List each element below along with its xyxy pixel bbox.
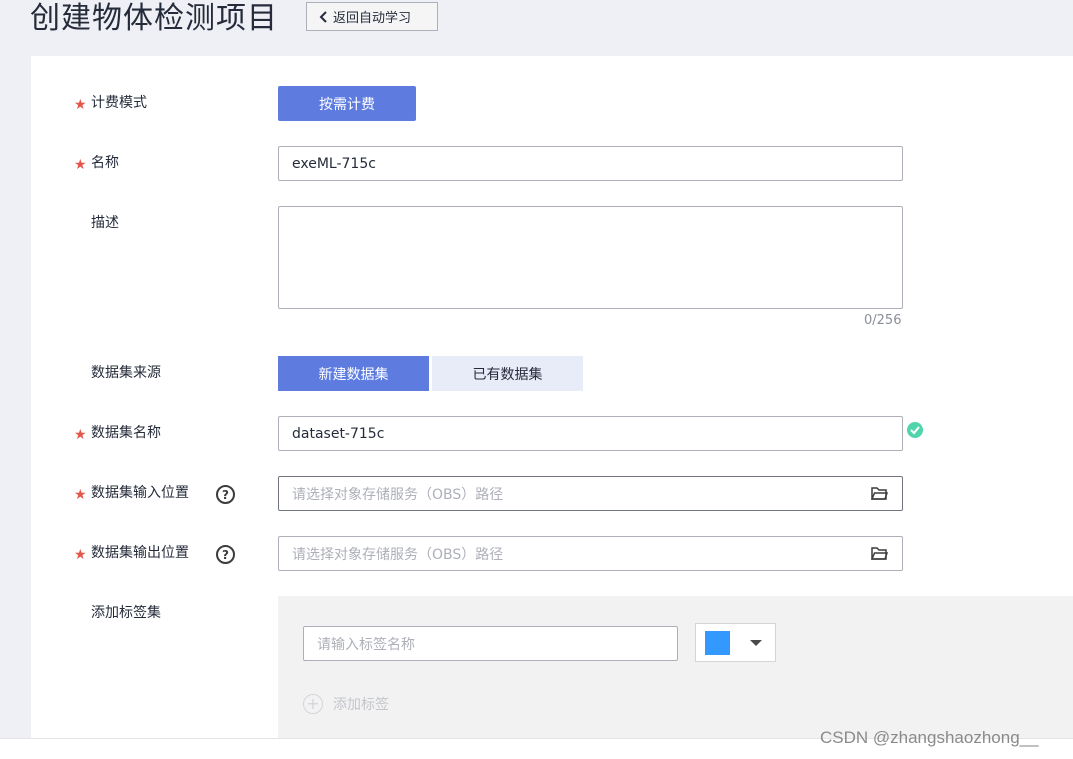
name-input-value: exeML-715c — [292, 155, 376, 172]
color-swatch — [705, 631, 730, 655]
tag-name-placeholder: 请输入标签名称 — [317, 636, 415, 653]
back-to-automl-button[interactable]: 返回自动学习 — [306, 2, 438, 31]
existing-dataset-tab[interactable]: 已有数据集 — [432, 356, 583, 391]
dataset-name-label: 数据集名称 — [91, 425, 161, 441]
required-mark: ★ — [74, 97, 87, 113]
help-icon[interactable]: ? — [216, 485, 235, 504]
description-char-counter: 0/256 — [864, 313, 902, 328]
dataset-input-path-field[interactable]: 请选择对象存储服务（OBS）路径 — [278, 476, 903, 511]
new-dataset-tab[interactable]: 新建数据集 — [278, 356, 429, 391]
watermark: CSDN @zhangshaozhong__ — [820, 728, 1039, 747]
dataset-name-value: dataset-715c — [292, 425, 385, 442]
dataset-output-placeholder: 请选择对象存储服务（OBS）路径 — [292, 546, 504, 563]
name-label: 名称 — [91, 155, 119, 171]
required-mark: ★ — [74, 487, 87, 503]
description-textarea[interactable] — [278, 206, 903, 309]
check-circle-icon — [907, 422, 923, 438]
dataset-output-location-label: 数据集输出位置 — [91, 545, 189, 561]
tag-color-picker[interactable] — [695, 623, 776, 662]
required-mark: ★ — [74, 427, 87, 443]
add-tag-button[interactable]: + 添加标签 — [303, 694, 389, 714]
dataset-name-input[interactable]: dataset-715c — [278, 416, 903, 451]
help-icon[interactable]: ? — [216, 545, 235, 564]
billing-on-demand-button[interactable]: 按需计费 — [278, 86, 416, 121]
back-button-label: 返回自动学习 — [333, 11, 412, 26]
chevron-left-icon — [319, 10, 327, 23]
description-label: 描述 — [91, 215, 119, 231]
plus-circle-icon: + — [303, 694, 323, 714]
add-tag-label: 添加标签 — [333, 697, 389, 713]
folder-icon[interactable] — [871, 546, 888, 561]
dataset-input-placeholder: 请选择对象存储服务（OBS）路径 — [292, 486, 504, 503]
caret-down-icon — [750, 640, 762, 646]
page-title: 创建物体检测项目 — [30, 1, 278, 36]
folder-icon[interactable] — [871, 486, 888, 501]
name-input[interactable]: exeML-715c — [278, 146, 903, 181]
tag-set-label: 添加标签集 — [91, 605, 161, 621]
required-mark: ★ — [74, 157, 87, 173]
dataset-output-path-field[interactable]: 请选择对象存储服务（OBS）路径 — [278, 536, 903, 571]
dataset-input-location-label: 数据集输入位置 — [91, 485, 189, 501]
required-mark: ★ — [74, 547, 87, 563]
dataset-source-label: 数据集来源 — [91, 365, 161, 381]
tag-set-area — [278, 596, 1073, 738]
tag-name-input[interactable]: 请输入标签名称 — [303, 626, 678, 661]
billing-mode-label: 计费模式 — [91, 95, 147, 111]
